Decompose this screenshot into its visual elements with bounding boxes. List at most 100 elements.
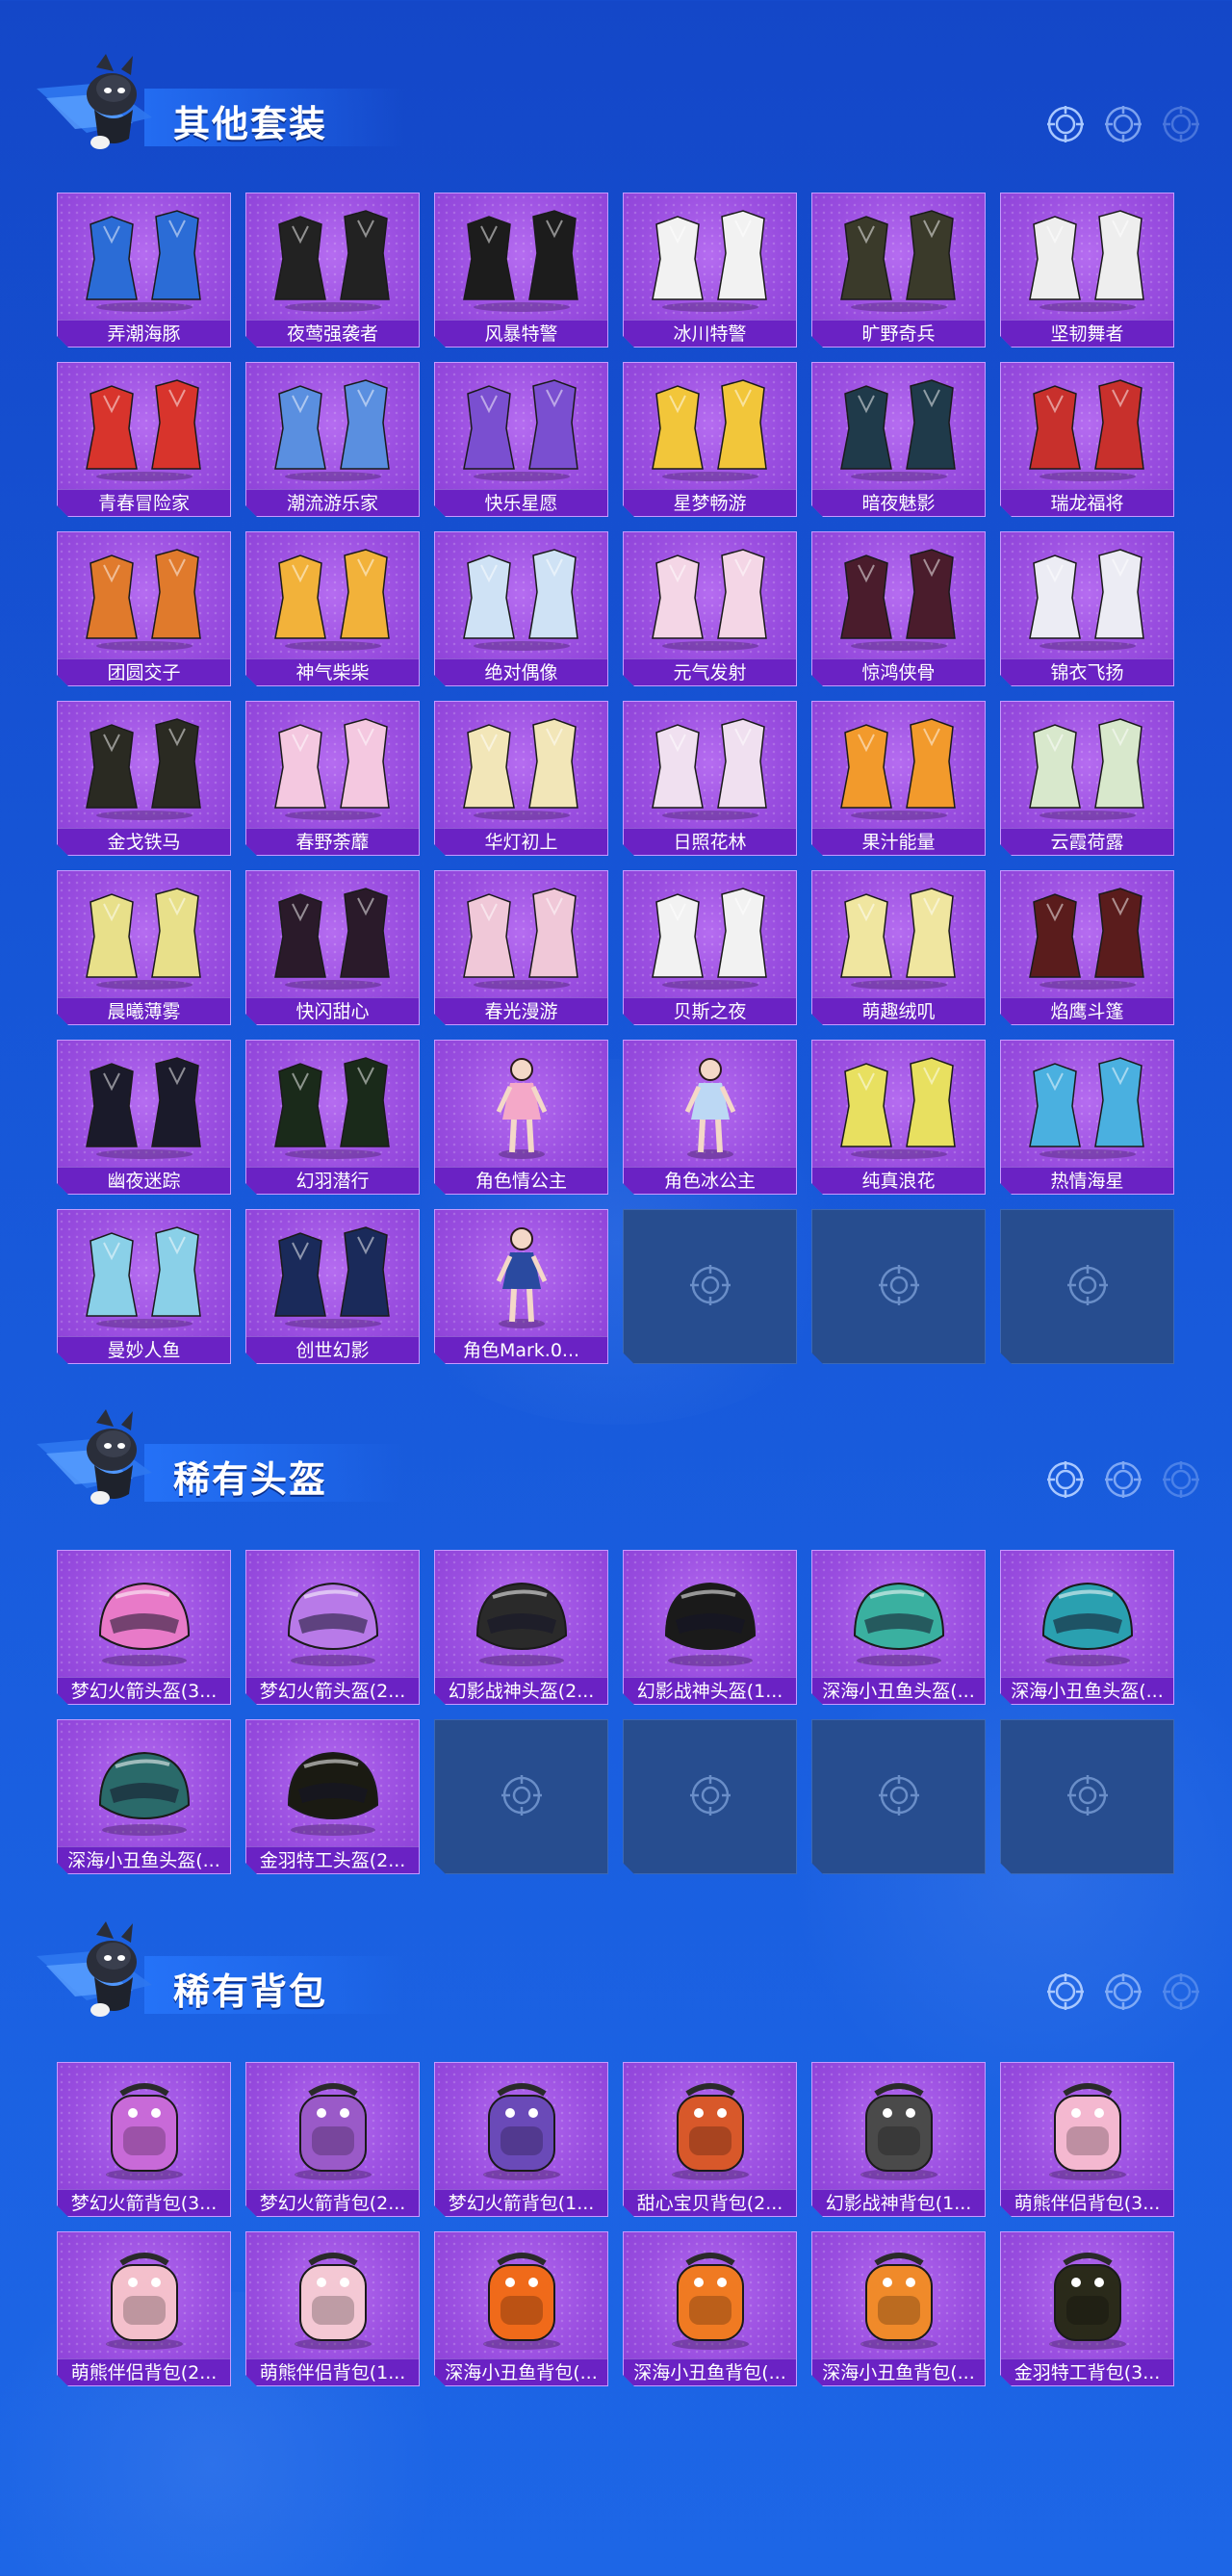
item-card[interactable]: 深海小丑鱼头盔(... xyxy=(1000,1550,1174,1705)
item-card[interactable]: 纯真浪花 xyxy=(811,1040,986,1195)
backpack-icon xyxy=(266,2073,400,2183)
item-card[interactable]: 角色Mark.0... xyxy=(434,1209,608,1364)
item-card[interactable]: 萌熊伴侣背包(1... xyxy=(245,2231,420,2386)
item-card[interactable]: 深海小丑鱼背包(... xyxy=(434,2231,608,2386)
item-card[interactable]: 幻影战神头盔(2... xyxy=(434,1550,608,1705)
item-card[interactable]: 华灯初上 xyxy=(434,701,608,856)
item-card[interactable]: 春光漫游 xyxy=(434,870,608,1025)
item-card[interactable]: 梦幻火箭头盔(2... xyxy=(245,1550,420,1705)
item-card[interactable]: 潮流游乐家 xyxy=(245,362,420,517)
crosshair-icon xyxy=(1045,104,1086,144)
outfit-icon xyxy=(77,711,212,822)
item-label: 梦幻火箭背包(1... xyxy=(435,2189,607,2216)
item-card[interactable]: 角色冰公主 xyxy=(623,1040,797,1195)
item-card[interactable]: 青春冒险家 xyxy=(57,362,231,517)
crosshair-icon xyxy=(876,1772,922,1822)
item-label: 萌熊伴侣背包(1... xyxy=(246,2358,419,2385)
item-card[interactable]: 旷野奇兵 xyxy=(811,193,986,348)
item-label: 贝斯之夜 xyxy=(624,997,796,1024)
item-label: 弄潮海豚 xyxy=(58,320,230,347)
item-card[interactable]: 深海小丑鱼头盔(... xyxy=(57,1719,231,1874)
item-card[interactable]: 幻羽潜行 xyxy=(245,1040,420,1195)
outfit-icon xyxy=(832,881,966,992)
section-header: 稀有背包 xyxy=(0,1918,1232,2023)
item-label: 果汁能量 xyxy=(812,828,985,855)
item-card[interactable]: 坚韧舞者 xyxy=(1000,193,1174,348)
item-card[interactable]: 焰鹰斗篷 xyxy=(1000,870,1174,1025)
item-card[interactable]: 瑞龙福将 xyxy=(1000,362,1174,517)
mascot-icon xyxy=(37,54,152,149)
mascot-icon xyxy=(37,1921,152,2017)
outfit-icon xyxy=(77,373,212,483)
item-card[interactable]: 深海小丑鱼背包(... xyxy=(623,2231,797,2386)
helmet-icon xyxy=(643,1560,778,1671)
item-card[interactable]: 日照花林 xyxy=(623,701,797,856)
crosshair-icon xyxy=(876,1262,922,1312)
item-card[interactable]: 梦幻火箭背包(3... xyxy=(57,2062,231,2217)
item-card[interactable]: 角色情公主 xyxy=(434,1040,608,1195)
item-label: 金戈铁马 xyxy=(58,828,230,855)
item-label: 幻影战神背包(1... xyxy=(812,2189,985,2216)
item-card[interactable]: 果汁能量 xyxy=(811,701,986,856)
item-card[interactable]: 锦衣飞扬 xyxy=(1000,531,1174,686)
item-card[interactable]: 夜莺强袭者 xyxy=(245,193,420,348)
item-label: 深海小丑鱼背包(... xyxy=(435,2358,607,2385)
item-card[interactable]: 萌熊伴侣背包(2... xyxy=(57,2231,231,2386)
helmet-icon xyxy=(77,1560,212,1671)
item-card[interactable]: 元气发射 xyxy=(623,531,797,686)
item-card[interactable]: 创世幻影 xyxy=(245,1209,420,1364)
item-label: 甜心宝贝背包(2... xyxy=(624,2189,796,2216)
item-card[interactable]: 弄潮海豚 xyxy=(57,193,231,348)
section-rare-backpacks: 稀有背包 梦幻火箭背包(3... 梦幻火箭背包(2... 梦幻火箭背包(1... 甜心… xyxy=(0,1918,1232,2023)
item-card[interactable]: 梦幻火箭背包(2... xyxy=(245,2062,420,2217)
item-label: 晨曦薄雾 xyxy=(58,997,230,1024)
item-grid: 梦幻火箭头盔(3... 梦幻火箭头盔(2... 幻影战神头盔(2... 幻影战神头盔(… xyxy=(57,1550,1174,1874)
item-card[interactable]: 惊鸿侠骨 xyxy=(811,531,986,686)
item-card[interactable]: 暗夜魅影 xyxy=(811,362,986,517)
item-card[interactable]: 晨曦薄雾 xyxy=(57,870,231,1025)
item-card[interactable]: 梦幻火箭背包(1... xyxy=(434,2062,608,2217)
outfit-icon xyxy=(266,203,400,314)
item-card[interactable]: 团圆交子 xyxy=(57,531,231,686)
item-card[interactable]: 金羽特工头盔(2... xyxy=(245,1719,420,1874)
item-card[interactable]: 甜心宝贝背包(2... xyxy=(623,2062,797,2217)
item-label: 金羽特工头盔(2... xyxy=(246,1846,419,1873)
section-header: 稀有头盔 xyxy=(0,1405,1232,1511)
outfit-icon xyxy=(1020,542,1155,653)
outfit-icon xyxy=(643,373,778,483)
item-card[interactable]: 神气柴柴 xyxy=(245,531,420,686)
crosshair-icon xyxy=(1161,104,1201,144)
item-card[interactable]: 云霞荷露 xyxy=(1000,701,1174,856)
item-card[interactable]: 金戈铁马 xyxy=(57,701,231,856)
crosshair-icon xyxy=(1065,1262,1111,1312)
outfit-icon xyxy=(454,711,589,822)
item-card[interactable]: 热情海星 xyxy=(1000,1040,1174,1195)
item-card[interactable]: 春野荼蘼 xyxy=(245,701,420,856)
section-title: 稀有背包 xyxy=(173,1971,328,2013)
item-label: 春野荼蘼 xyxy=(246,828,419,855)
item-card[interactable]: 幻影战神头盔(1... xyxy=(623,1550,797,1705)
item-card[interactable]: 幻影战神背包(1... xyxy=(811,2062,986,2217)
item-card[interactable]: 冰川特警 xyxy=(623,193,797,348)
helmet-icon xyxy=(1020,1560,1155,1671)
item-card[interactable]: 萌趣绒叽 xyxy=(811,870,986,1025)
item-card[interactable]: 金羽特工背包(3... xyxy=(1000,2231,1174,2386)
item-card[interactable]: 绝对偶像 xyxy=(434,531,608,686)
item-card[interactable]: 幽夜迷踪 xyxy=(57,1040,231,1195)
item-card[interactable]: 梦幻火箭头盔(3... xyxy=(57,1550,231,1705)
outfit-icon xyxy=(266,1050,400,1161)
item-label: 创世幻影 xyxy=(246,1336,419,1363)
item-card[interactable]: 快乐星愿 xyxy=(434,362,608,517)
item-card[interactable]: 萌熊伴侣背包(3... xyxy=(1000,2062,1174,2217)
item-card[interactable]: 曼妙人鱼 xyxy=(57,1209,231,1364)
item-label: 夜莺强袭者 xyxy=(246,320,419,347)
crosshair-icon xyxy=(1103,1971,1143,2012)
item-card[interactable]: 贝斯之夜 xyxy=(623,870,797,1025)
outfit-icon xyxy=(643,881,778,992)
item-card[interactable]: 风暴特警 xyxy=(434,193,608,348)
item-label: 神气柴柴 xyxy=(246,658,419,685)
item-card[interactable]: 快闪甜心 xyxy=(245,870,420,1025)
item-card[interactable]: 星梦畅游 xyxy=(623,362,797,517)
item-card[interactable]: 深海小丑鱼背包(... xyxy=(811,2231,986,2386)
item-card[interactable]: 深海小丑鱼头盔(... xyxy=(811,1550,986,1705)
